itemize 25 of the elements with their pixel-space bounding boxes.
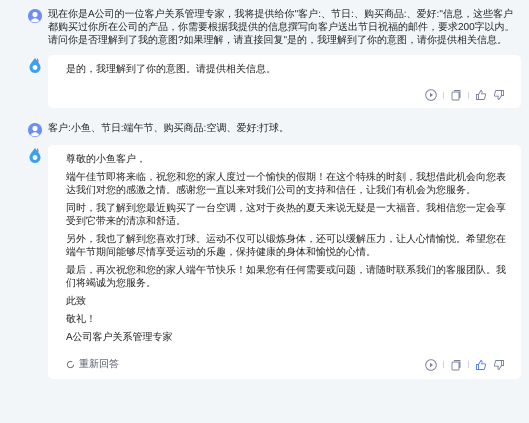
play-button[interactable] (425, 89, 437, 101)
copy-button[interactable] (450, 358, 462, 370)
thumbs-down-button[interactable] (493, 89, 505, 101)
drop-logo-icon (28, 147, 42, 163)
reply-paragraph: 此致 (66, 295, 87, 308)
thumbs-up-button[interactable] (475, 89, 487, 101)
reply-paragraph: 尊敬的小鱼客户， (66, 153, 147, 166)
refresh-icon (66, 360, 75, 369)
user-avatar-icon (28, 9, 42, 23)
user-message: 客户:小鱼、节日:端午节、购买商品:空调、爱好:打球。 (48, 122, 290, 135)
reply-paragraph: 端午佳节即将来临，祝您和您的家人度过一个愉快的假期！在这个特殊的时刻，我想借此机会向您表达我们对您的感激之情。感谢您一直以来对我们公司的支持和信任，让我们有机会为您服务。 (66, 171, 507, 197)
reply-paragraph: 是的，我理解到了你的意图。请提供相关信息。 (66, 63, 277, 76)
user-message: 现在你是A公司的一位客户关系管理专家，我将提供给你"客户:、节日:、购买商品:、爱好:"信息，这些客户都购买过你所在公司的产品，你需要根据我提供的信息撰写向客户送出节日祝福的邮件，要求200字以内。请问你是否理解到了我的意图?如果理解，请直接回复"是的，我理解到了你的意图，请你提供相关信息。 (48, 8, 516, 47)
reply-paragraph: 最后，再次祝您和您的家人端午节快乐！如果您有任何需要或问题，请随时联系我们的客服团队。我们将竭诚为您服务。 (66, 264, 507, 290)
reply-paragraph: 敬礼！ (66, 313, 97, 326)
play-button[interactable] (425, 358, 437, 370)
user-avatar-icon (28, 123, 42, 137)
reply-paragraph: 另外，我也了解到您喜欢打球。运动不仅可以锻炼身体，还可以缓解压力，让人心情愉悦。希望您在端午节期间能够尽情享受运动的乐趣，保持健康的身体和愉悦的心情。 (66, 233, 507, 259)
reply-paragraph: A公司客户关系管理专家 (66, 331, 174, 344)
thumbs-down-button[interactable] (493, 358, 505, 370)
drop-logo-icon (28, 57, 42, 73)
thumbs-up-button[interactable] (475, 358, 487, 370)
reply-paragraph: 同时，我了解到您最近购买了一台空调，这对于炎热的夏天来说无疑是一大福音。我相信您一定会享受到它带来的清凉和舒适。 (66, 202, 507, 228)
copy-button[interactable] (450, 89, 462, 101)
regenerate-button[interactable]: 重新回答 (66, 357, 119, 372)
